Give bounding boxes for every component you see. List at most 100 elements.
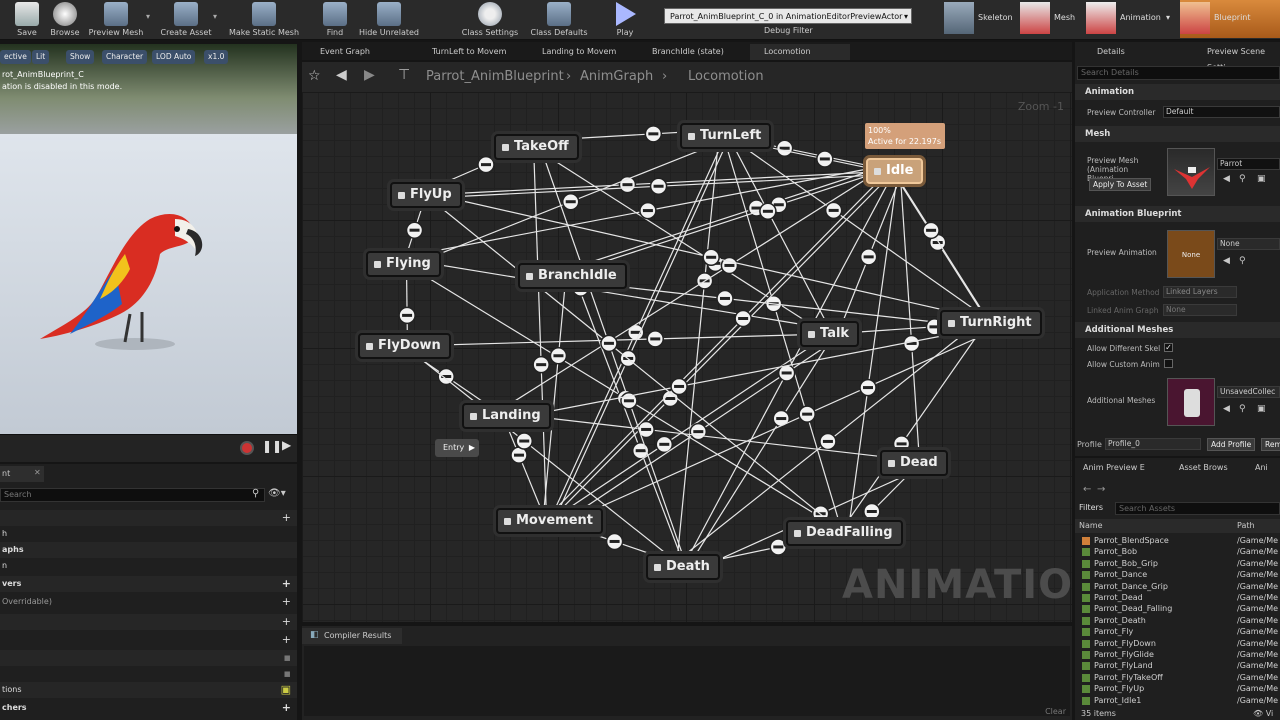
section-animation-blueprint[interactable]: Animation Blueprint: [1075, 206, 1280, 222]
find-button[interactable]: Find: [322, 0, 348, 40]
remove-profile-button[interactable]: Rem: [1261, 438, 1280, 451]
viewport-show-button[interactable]: Show: [66, 50, 95, 64]
transition-wire[interactable]: [897, 175, 921, 470]
tab-details[interactable]: Details: [1079, 44, 1125, 60]
breadcrumb-leaf[interactable]: Locomotion: [688, 69, 764, 84]
asset-row[interactable]: Parrot_Bob_Grip/Game/Me: [1075, 558, 1280, 569]
state-machine-graph[interactable]: Zoom -1 ANIMATION TakeOff TurnLeft Idle …: [302, 92, 1072, 622]
state-node-turnleft[interactable]: TurnLeft: [680, 123, 772, 149]
tab-locomotion[interactable]: Locomotion: [750, 44, 850, 60]
state-node-movement[interactable]: Movement: [496, 508, 603, 534]
state-node-landing[interactable]: Landing: [462, 403, 551, 429]
add-icon[interactable]: ▪: [284, 650, 291, 666]
viewport-lit-button[interactable]: Lit: [32, 50, 50, 64]
linked-anim-graph-field[interactable]: None: [1163, 304, 1237, 316]
tab-animation[interactable]: Ani: [1255, 460, 1268, 476]
asset-row[interactable]: Parrot_FlyDown/Game/Me: [1075, 638, 1280, 649]
preview-mesh-select[interactable]: Parrot: [1217, 158, 1280, 170]
lp-row[interactable]: +: [0, 614, 297, 630]
section-animation[interactable]: Animation: [1075, 84, 1280, 100]
lp-row[interactable]: aphs: [0, 542, 297, 558]
clear-button[interactable]: Clear: [1045, 707, 1066, 716]
asset-row[interactable]: Parrot_FlyTakeOff/Game/Me: [1075, 672, 1280, 683]
lp-row[interactable]: ▪: [0, 650, 297, 666]
tab-preview-scene-settings[interactable]: Preview Scene Setti: [1189, 44, 1280, 72]
viewport-character-button[interactable]: Character: [102, 50, 148, 64]
play-button[interactable]: Play: [610, 0, 640, 40]
section-additional-meshes[interactable]: Additional Meshes: [1075, 322, 1280, 338]
transition-wire[interactable]: [532, 143, 550, 520]
tab-landing-to-movement[interactable]: Landing to Movem: [528, 44, 616, 60]
back-arrow-icon[interactable]: ◀: [336, 67, 347, 83]
entry-node[interactable]: Entry ▶: [435, 439, 479, 457]
state-node-branchidle[interactable]: BranchIdle: [518, 263, 627, 289]
search-icon[interactable]: ⚲: [1239, 256, 1246, 266]
function-icon[interactable]: ▣: [281, 682, 291, 698]
hide-unrelated-button[interactable]: Hide Unrelated: [358, 0, 420, 40]
allow-custom-anim-checkbox[interactable]: [1164, 359, 1173, 368]
browse-icon[interactable]: ▣: [1257, 404, 1266, 414]
asset-row[interactable]: Parrot_Dance/Game/Me: [1075, 569, 1280, 580]
lp-row[interactable]: Overridable) +: [0, 594, 297, 610]
preview-controller-select[interactable]: Default: [1163, 106, 1280, 118]
section-mesh[interactable]: Mesh: [1075, 126, 1280, 142]
asset-row[interactable]: Parrot_Death/Game/Me: [1075, 615, 1280, 626]
add-icon[interactable]: +: [282, 594, 291, 610]
tab-turnleft-to-movement[interactable]: TurnLeft to Movem: [418, 44, 506, 60]
preview-animation-thumbnail[interactable]: None: [1167, 230, 1215, 278]
lp-row-variables[interactable]: vers +: [0, 576, 297, 592]
lp-row[interactable]: ▪: [0, 666, 297, 682]
search-icon[interactable]: ⚲: [1239, 174, 1246, 184]
add-icon[interactable]: +: [282, 510, 291, 526]
preview-mesh-thumbnail[interactable]: [1167, 148, 1215, 196]
transition-wire[interactable]: [566, 163, 890, 271]
additional-meshes-select[interactable]: UnsavedCollec: [1217, 386, 1280, 398]
record-icon[interactable]: [240, 441, 254, 455]
transition-wire[interactable]: [890, 166, 989, 321]
application-method-select[interactable]: Linked Layers: [1163, 286, 1237, 298]
tab-asset-browser[interactable]: Asset Brows: [1179, 460, 1228, 476]
chevron-down-icon[interactable]: ▾: [146, 12, 150, 21]
preview-mesh-button[interactable]: Preview Mesh: [88, 0, 144, 40]
details-search-input[interactable]: Search Details: [1077, 66, 1280, 80]
mode-mesh-button[interactable]: Mesh: [1020, 0, 1082, 38]
state-node-deadfalling[interactable]: DeadFalling: [786, 520, 903, 546]
tab-branchidle-state[interactable]: BranchIdle (state): [638, 44, 724, 60]
preview-animation-select[interactable]: None: [1217, 238, 1280, 250]
state-node-turnright[interactable]: TurnRight: [940, 310, 1042, 336]
state-node-flyup[interactable]: FlyUp: [390, 182, 462, 208]
apply-to-asset-button[interactable]: Apply To Asset: [1089, 178, 1152, 191]
transition-wire[interactable]: [503, 412, 913, 463]
breadcrumb-root[interactable]: Parrot_AnimBlueprint: [426, 69, 564, 84]
asset-row[interactable]: Parrot_FlyGlide/Game/Me: [1075, 649, 1280, 660]
lp-row-dispatchers[interactable]: chers +: [0, 700, 297, 716]
browse-button[interactable]: Browse: [50, 0, 80, 40]
state-node-takeoff[interactable]: TakeOff: [494, 134, 579, 160]
view-options-button[interactable]: 👁 Vi: [1253, 709, 1273, 718]
tab-anim-preview-editor[interactable]: Anim Preview E: [1083, 460, 1145, 476]
profile-select[interactable]: Profile_0: [1105, 438, 1201, 450]
state-node-flying[interactable]: Flying: [366, 251, 441, 277]
mode-animation-button[interactable]: Animation ▾: [1086, 0, 1176, 38]
close-icon[interactable]: ✕: [34, 468, 41, 477]
search-icon[interactable]: ⚲: [1239, 404, 1246, 414]
state-node-dead[interactable]: Dead: [880, 450, 948, 476]
class-defaults-button[interactable]: Class Defaults: [528, 0, 590, 40]
debug-filter-select[interactable]: Parrot_AnimBlueprint_C_0 in AnimationEdi…: [664, 8, 912, 24]
transition-wire[interactable]: [844, 173, 899, 538]
mode-blueprint-button[interactable]: Blueprint: [1180, 0, 1280, 38]
chevron-down-icon[interactable]: ▾: [213, 12, 217, 21]
lp-row[interactable]: n: [0, 558, 297, 574]
asset-row[interactable]: Parrot_Bob/Game/Me: [1075, 546, 1280, 557]
class-settings-button[interactable]: Class Settings: [460, 0, 520, 40]
column-header-path[interactable]: Path: [1237, 519, 1255, 533]
create-asset-button[interactable]: Create Asset: [160, 0, 212, 40]
forward-arrow-icon[interactable]: →: [1097, 484, 1105, 495]
forward-arrow-icon[interactable]: ▶: [364, 67, 375, 83]
add-icon[interactable]: +: [282, 700, 291, 716]
add-icon[interactable]: ▪: [284, 666, 291, 682]
lp-row[interactable]: +: [0, 510, 297, 526]
back-arrow-icon[interactable]: ◀: [1223, 174, 1230, 184]
browse-icon[interactable]: ▣: [1257, 174, 1266, 184]
transition-wire[interactable]: [548, 333, 830, 522]
